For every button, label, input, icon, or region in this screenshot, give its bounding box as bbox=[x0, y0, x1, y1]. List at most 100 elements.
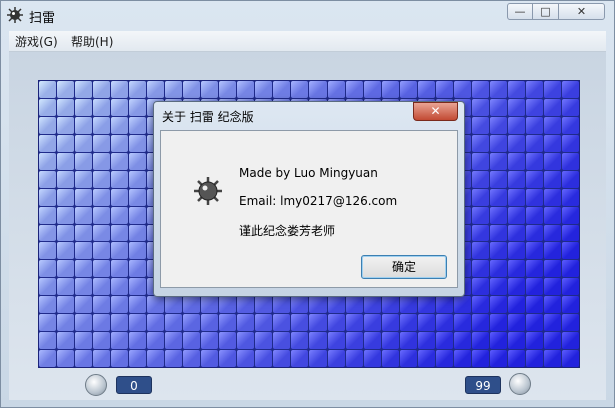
mine-cell[interactable] bbox=[561, 134, 579, 152]
mine-cell[interactable] bbox=[57, 116, 75, 134]
mine-cell[interactable] bbox=[93, 242, 111, 260]
menu-help[interactable]: 帮助(H) bbox=[71, 33, 113, 50]
mine-cell[interactable] bbox=[543, 188, 561, 206]
mine-cell[interactable] bbox=[111, 206, 129, 224]
mine-cell[interactable] bbox=[489, 278, 507, 296]
mine-cell[interactable] bbox=[111, 170, 129, 188]
mine-cell[interactable] bbox=[345, 314, 363, 332]
mine-cell[interactable] bbox=[507, 81, 525, 98]
mine-cell[interactable] bbox=[309, 296, 327, 314]
mine-cell[interactable] bbox=[507, 260, 525, 278]
mine-cell[interactable] bbox=[471, 242, 489, 260]
mine-cell[interactable] bbox=[93, 278, 111, 296]
mine-cell[interactable] bbox=[57, 314, 75, 332]
mine-cell[interactable] bbox=[507, 116, 525, 134]
mine-cell[interactable] bbox=[399, 332, 417, 350]
mine-cell[interactable] bbox=[39, 81, 57, 98]
mine-cell[interactable] bbox=[183, 332, 201, 350]
mine-cell[interactable] bbox=[327, 81, 345, 98]
mine-cell[interactable] bbox=[75, 242, 93, 260]
mine-cell[interactable] bbox=[129, 134, 147, 152]
mine-cell[interactable] bbox=[147, 332, 165, 350]
mine-cell[interactable] bbox=[57, 260, 75, 278]
mine-cell[interactable] bbox=[201, 350, 219, 367]
mine-cell[interactable] bbox=[471, 81, 489, 98]
mine-cell[interactable] bbox=[507, 242, 525, 260]
mine-cell[interactable] bbox=[363, 296, 381, 314]
mine-cell[interactable] bbox=[273, 332, 291, 350]
mine-cell[interactable] bbox=[507, 134, 525, 152]
mine-cell[interactable] bbox=[417, 81, 435, 98]
mine-cell[interactable] bbox=[399, 296, 417, 314]
mine-cell[interactable] bbox=[75, 170, 93, 188]
mine-cell[interactable] bbox=[255, 332, 273, 350]
mine-cell[interactable] bbox=[399, 314, 417, 332]
mine-cell[interactable] bbox=[75, 188, 93, 206]
mine-cell[interactable] bbox=[129, 224, 147, 242]
mine-cell[interactable] bbox=[219, 81, 237, 98]
mine-cell[interactable] bbox=[471, 332, 489, 350]
mine-cell[interactable] bbox=[489, 152, 507, 170]
mine-cell[interactable] bbox=[363, 350, 381, 367]
mine-cell[interactable] bbox=[93, 296, 111, 314]
mine-cell[interactable] bbox=[111, 350, 129, 367]
mine-cell[interactable] bbox=[93, 314, 111, 332]
mine-cell[interactable] bbox=[237, 296, 255, 314]
mine-cell[interactable] bbox=[273, 81, 291, 98]
mine-cell[interactable] bbox=[363, 314, 381, 332]
mine-cell[interactable] bbox=[183, 350, 201, 367]
mine-cell[interactable] bbox=[327, 314, 345, 332]
mine-cell[interactable] bbox=[129, 296, 147, 314]
mine-cell[interactable] bbox=[93, 224, 111, 242]
mine-cell[interactable] bbox=[111, 296, 129, 314]
mine-cell[interactable] bbox=[435, 332, 453, 350]
mine-cell[interactable] bbox=[129, 314, 147, 332]
mine-cell[interactable] bbox=[417, 296, 435, 314]
mine-cell[interactable] bbox=[111, 98, 129, 116]
mine-cell[interactable] bbox=[507, 170, 525, 188]
mine-cell[interactable] bbox=[111, 188, 129, 206]
mine-cell[interactable] bbox=[489, 98, 507, 116]
mine-cell[interactable] bbox=[57, 350, 75, 367]
mine-cell[interactable] bbox=[471, 314, 489, 332]
mine-cell[interactable] bbox=[147, 350, 165, 367]
mine-cell[interactable] bbox=[183, 81, 201, 98]
mine-cell[interactable] bbox=[75, 98, 93, 116]
mine-cell[interactable] bbox=[57, 134, 75, 152]
mine-cell[interactable] bbox=[345, 332, 363, 350]
mine-cell[interactable] bbox=[75, 81, 93, 98]
mine-cell[interactable] bbox=[489, 314, 507, 332]
mine-cell[interactable] bbox=[75, 206, 93, 224]
mine-cell[interactable] bbox=[201, 332, 219, 350]
mine-cell[interactable] bbox=[39, 170, 57, 188]
mine-cell[interactable] bbox=[525, 206, 543, 224]
mine-cell[interactable] bbox=[453, 81, 471, 98]
mine-cell[interactable] bbox=[561, 278, 579, 296]
mine-cell[interactable] bbox=[165, 314, 183, 332]
dialog-close-button[interactable]: ✕ bbox=[413, 102, 458, 121]
mine-cell[interactable] bbox=[111, 314, 129, 332]
mine-cell[interactable] bbox=[453, 350, 471, 367]
mine-cell[interactable] bbox=[165, 332, 183, 350]
mine-cell[interactable] bbox=[489, 116, 507, 134]
mine-cell[interactable] bbox=[39, 206, 57, 224]
mine-cell[interactable] bbox=[525, 170, 543, 188]
mine-cell[interactable] bbox=[111, 242, 129, 260]
mine-cell[interactable] bbox=[111, 224, 129, 242]
mine-cell[interactable] bbox=[381, 81, 399, 98]
mine-cell[interactable] bbox=[399, 350, 417, 367]
mine-cell[interactable] bbox=[435, 296, 453, 314]
mine-cell[interactable] bbox=[543, 224, 561, 242]
mine-cell[interactable] bbox=[345, 350, 363, 367]
mine-cell[interactable] bbox=[543, 242, 561, 260]
mine-cell[interactable] bbox=[489, 260, 507, 278]
mine-cell[interactable] bbox=[75, 332, 93, 350]
mine-cell[interactable] bbox=[417, 350, 435, 367]
mine-cell[interactable] bbox=[93, 332, 111, 350]
mine-cell[interactable] bbox=[111, 116, 129, 134]
mine-cell[interactable] bbox=[129, 206, 147, 224]
mine-cell[interactable] bbox=[543, 134, 561, 152]
mine-cell[interactable] bbox=[57, 278, 75, 296]
mine-cell[interactable] bbox=[219, 350, 237, 367]
menu-game[interactable]: 游戏(G) bbox=[15, 33, 58, 50]
